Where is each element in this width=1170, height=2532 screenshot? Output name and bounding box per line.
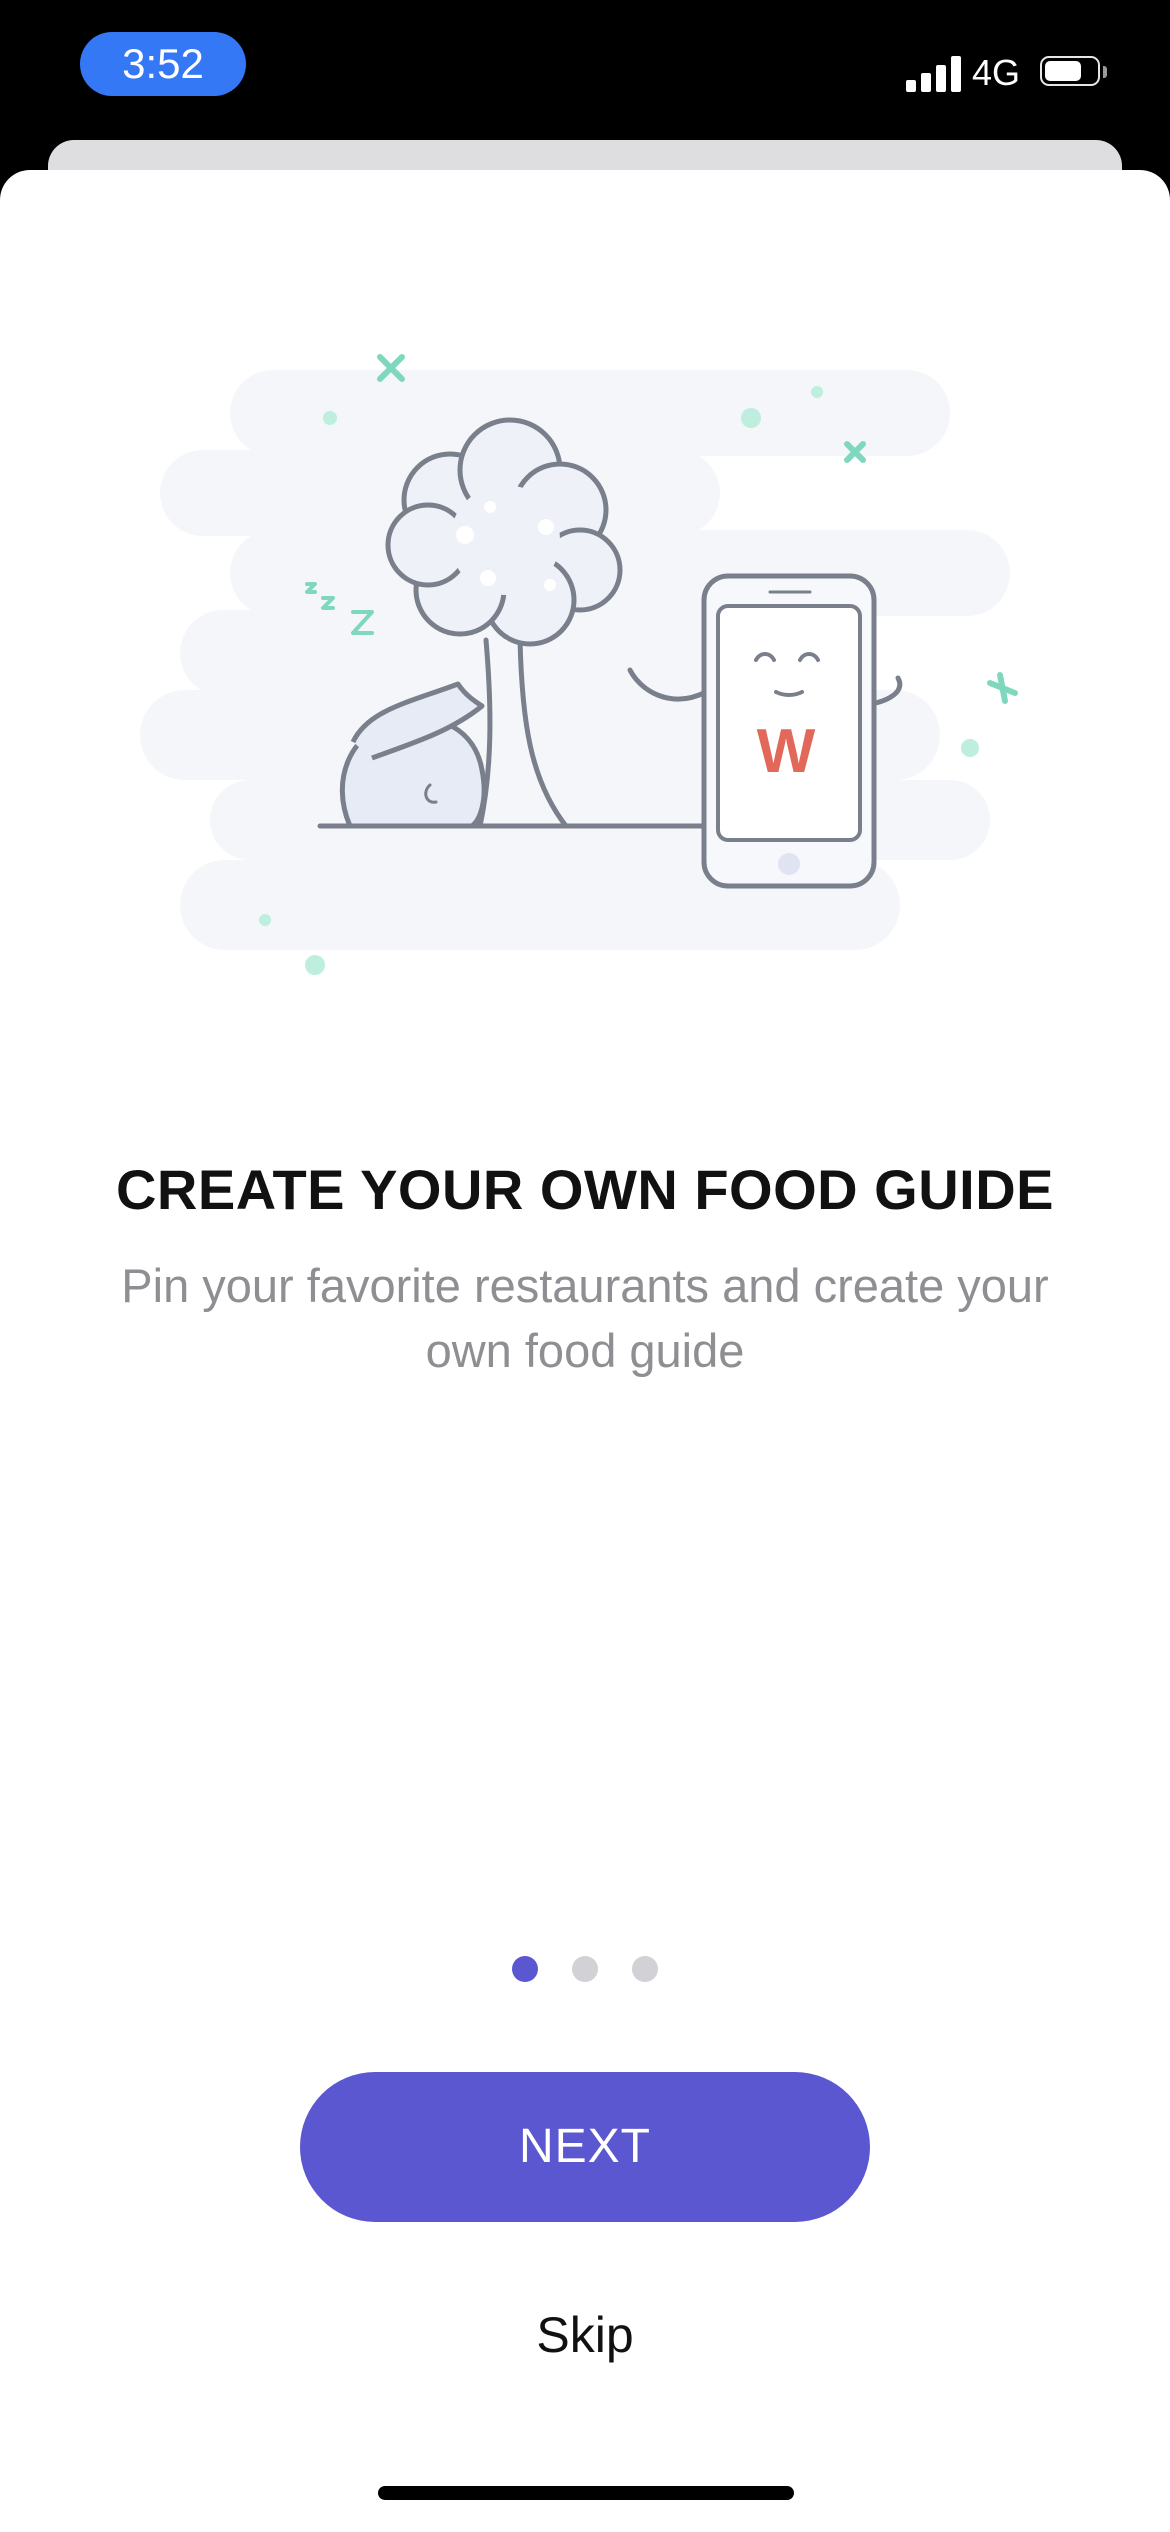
next-button[interactable]: NEXT bbox=[300, 2072, 870, 2222]
page-title: CREATE YOUR OWN FOOD GUIDE bbox=[115, 1158, 1055, 1221]
page-dot bbox=[572, 1956, 598, 1982]
phone-logo: W bbox=[757, 717, 816, 786]
page-dot bbox=[632, 1956, 658, 1982]
page-subtitle: Pin your favorite restaurants and create… bbox=[121, 1259, 1049, 1377]
page-dot-active bbox=[512, 1956, 538, 1982]
onboarding-screen: 3:52 4G W CREATE YOUR OWN FOOD GUIDE Pin… bbox=[0, 0, 1170, 2532]
skip-button[interactable]: Skip bbox=[435, 2300, 735, 2370]
network-label: 4G bbox=[972, 52, 1021, 93]
status-time: 3:52 bbox=[80, 32, 246, 96]
status-bar: 3:52 4G bbox=[0, 0, 1170, 150]
sleeping-bag-tree-phone-illustration: W bbox=[140, 354, 1018, 975]
page-indicator bbox=[0, 1956, 1170, 1986]
home-indicator[interactable] bbox=[378, 2486, 794, 2500]
battery-icon bbox=[1040, 56, 1108, 90]
signal-icon bbox=[906, 54, 962, 92]
